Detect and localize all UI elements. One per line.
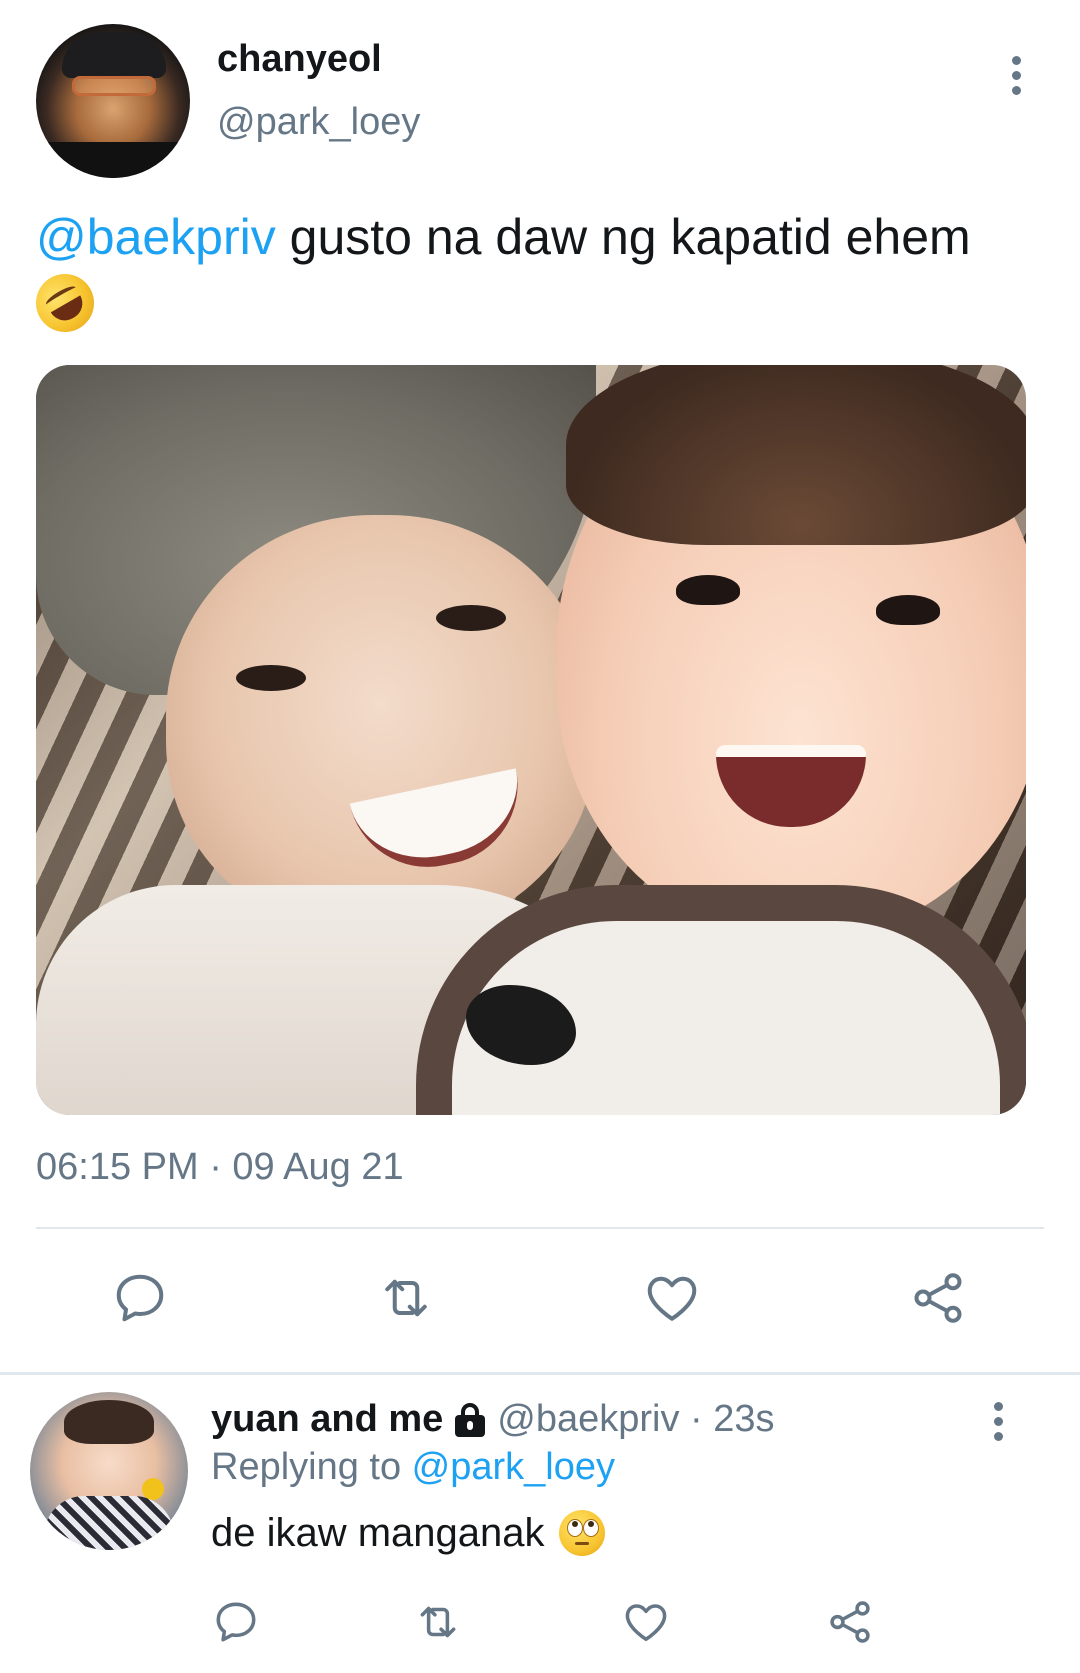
retweet-icon bbox=[385, 1279, 427, 1317]
reply-body: de ikaw manganak bbox=[211, 1510, 545, 1555]
photo-adult-eye bbox=[436, 605, 506, 631]
replying-to-handle[interactable]: @park_loey bbox=[412, 1446, 615, 1488]
share-icon bbox=[830, 1601, 870, 1643]
tweet-body: gusto na daw ng kapatid ehem bbox=[275, 209, 971, 265]
like-button[interactable] bbox=[620, 1596, 672, 1648]
reply-author-meta[interactable]: @baekpriv · 23s bbox=[497, 1398, 774, 1441]
share-button[interactable] bbox=[906, 1266, 970, 1330]
photo-baby-hair bbox=[566, 365, 1026, 545]
photo-baby-eye bbox=[876, 595, 940, 625]
reply-header: yuan and me @baekpriv · 23s bbox=[211, 1398, 775, 1441]
reply-button[interactable] bbox=[210, 1596, 262, 1648]
reply-button[interactable] bbox=[108, 1266, 172, 1330]
replying-to: Replying to @park_loey bbox=[211, 1446, 615, 1489]
retweet-icon bbox=[420, 1606, 456, 1638]
author-avatar[interactable] bbox=[36, 24, 190, 178]
avatar-flower bbox=[142, 1478, 164, 1500]
replying-to-label: Replying to bbox=[211, 1446, 412, 1488]
mention-link[interactable]: @baekpriv bbox=[36, 209, 276, 265]
author-handle[interactable]: @park_loey bbox=[217, 101, 420, 144]
avatar-body bbox=[44, 1496, 174, 1550]
tweet-text: @baekpriv gusto na daw ng kapatid ehem bbox=[25, 206, 1046, 343]
divider bbox=[0, 1372, 1080, 1375]
avatar-shirt bbox=[36, 142, 190, 178]
tweet-timestamp[interactable]: 06:15 PM · 09 Aug 21 bbox=[36, 1146, 404, 1189]
author-display-name[interactable]: chanyeol bbox=[217, 38, 382, 81]
more-options-icon[interactable] bbox=[1010, 56, 1022, 95]
rofl-emoji-icon bbox=[25, 263, 105, 343]
like-button[interactable] bbox=[640, 1266, 704, 1330]
lock-icon bbox=[453, 1402, 487, 1437]
photo-adult-eye bbox=[236, 665, 306, 691]
avatar-cap bbox=[62, 32, 166, 78]
avatar-glasses bbox=[72, 76, 156, 96]
photo-adult-face bbox=[166, 515, 596, 935]
reply-author-avatar[interactable] bbox=[30, 1392, 188, 1550]
rolling-eyes-emoji-icon bbox=[558, 1510, 605, 1556]
photo-baby-eye bbox=[676, 575, 740, 605]
divider bbox=[36, 1227, 1044, 1229]
reply-icon bbox=[116, 1274, 164, 1322]
avatar-hair bbox=[64, 1400, 154, 1444]
share-icon bbox=[914, 1273, 962, 1323]
retweet-button[interactable] bbox=[374, 1266, 438, 1330]
reply-icon bbox=[216, 1602, 256, 1642]
like-icon bbox=[625, 1604, 667, 1642]
reply-text: de ikaw manganak bbox=[211, 1510, 605, 1556]
reply-author-name[interactable]: yuan and me bbox=[211, 1398, 443, 1441]
retweet-button[interactable] bbox=[412, 1596, 464, 1648]
share-button[interactable] bbox=[824, 1596, 876, 1648]
tweet-photo[interactable] bbox=[36, 365, 1026, 1115]
like-icon bbox=[647, 1276, 697, 1321]
more-options-icon[interactable] bbox=[992, 1402, 1004, 1441]
